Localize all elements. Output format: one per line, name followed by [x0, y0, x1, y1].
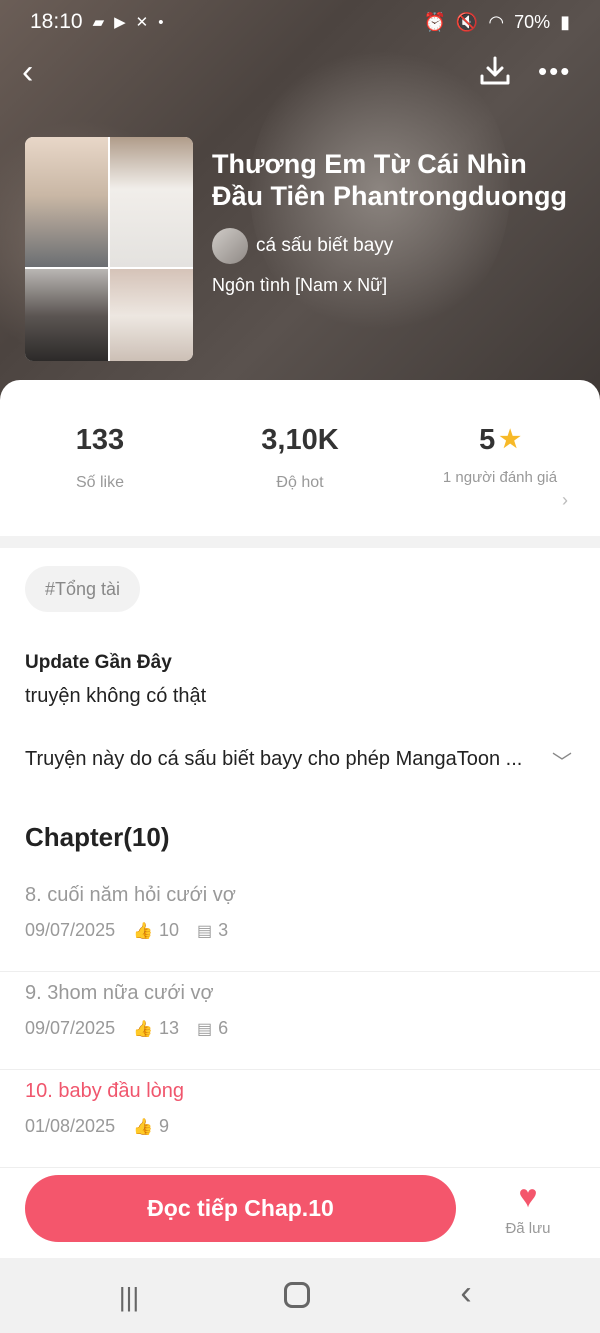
chapter-likes: 13 [159, 1018, 180, 1038]
app-icon: ✕ [135, 14, 149, 31]
chapter-title: 9. 3hom nữa cưới vợ [25, 982, 214, 1004]
hot-value: 3,10K [261, 424, 339, 456]
chapter-date: 01/08/2025 [25, 1116, 116, 1136]
status-bar: 18:10 ▰ ▶ ✕ • ⏰ 🔇 ◠ 70% ▮ [0, 0, 600, 44]
continue-reading-button[interactable]: Đọc tiếp Chap.10 [25, 1175, 456, 1242]
chapter-item[interactable]: 10. baby đầu lòng 01/08/2025 👍 9 [0, 1070, 600, 1168]
chapter-likes: 9 [159, 1116, 170, 1136]
details-panel: 133 Số like 3,10K Độ hot 5 ★ 1 người đánh… [0, 380, 600, 1258]
avatar [212, 228, 248, 264]
status-time: 18:10 [30, 10, 83, 33]
likes-value: 133 [75, 424, 125, 456]
thumbs-up-icon: 👍 [133, 1118, 154, 1136]
recent-apps-icon[interactable]: ||| [110, 1282, 148, 1312]
more-options-icon[interactable]: ••• [538, 56, 574, 86]
author-name: cá sấu biết bayy [256, 235, 394, 256]
thumbs-up-icon: 👍 [133, 922, 154, 940]
star-icon: ★ [499, 426, 521, 453]
update-heading: Update Gần Đây [25, 652, 172, 673]
home-icon[interactable] [284, 1282, 310, 1308]
notification-dot-icon: • [158, 13, 164, 31]
chapter-item[interactable]: 9. 3hom nữa cưới vợ 09/07/2025 👍 13 ▤ 6 [0, 972, 600, 1070]
manga-title: Thương Em Từ Cái Nhìn Đầu Tiên Phantrong… [212, 149, 567, 211]
rating-label: 1 người đánh giá [442, 469, 558, 486]
top-bar: ‹ ••• [0, 48, 600, 96]
thumbs-up-icon: 👍 [133, 1020, 154, 1038]
chapters-header: Chapter(10) [25, 822, 170, 852]
message-icon: ▰ [92, 14, 105, 31]
rating-value: 5 [479, 424, 496, 456]
chapter-item[interactable]: 8. cuối năm hỏi cưới vợ 09/07/2025 👍 10 … [0, 874, 600, 972]
battery-level: 70% [514, 11, 551, 32]
tag-chip[interactable]: #Tổng tài [25, 566, 141, 612]
heart-icon: ♥ [518, 1178, 538, 1214]
chapter-comments: 3 [218, 920, 229, 940]
comment-icon: ▤ [197, 1020, 213, 1038]
comment-icon: ▤ [197, 922, 213, 940]
genre-label: Ngôn tình [Nam x Nữ] [212, 275, 388, 295]
likes-label: Số like [75, 474, 125, 491]
chevron-down-icon[interactable]: ﹀ [552, 746, 572, 775]
cover-image [25, 137, 193, 361]
saved-label: Đã lưu [505, 1220, 551, 1237]
chapter-comments: 6 [218, 1018, 229, 1038]
system-nav-bar: ||| ‹ [0, 1258, 600, 1333]
chapter-date: 09/07/2025 [25, 920, 116, 940]
wifi-icon: ◠ [488, 11, 505, 32]
alarm-icon: ⏰ [423, 11, 446, 32]
mute-icon: 🔇 [455, 11, 479, 32]
battery-icon: ▮ [560, 11, 570, 32]
hot-label: Độ hot [276, 474, 324, 491]
chapter-likes: 10 [159, 920, 180, 940]
author-row[interactable]: cá sấu biết bayy [212, 227, 393, 265]
stats-row: 133 Số like 3,10K Độ hot 5 ★ 1 người đánh… [0, 420, 600, 540]
nav-back-icon[interactable]: ‹ [454, 1276, 478, 1312]
saved-button[interactable]: ♥ Đã lưu [496, 1178, 560, 1244]
likes-stat: 133 Số like [0, 420, 200, 540]
description-text[interactable]: Truyện này do cá sấu biết bayy cho phép … [25, 748, 575, 771]
youtube-icon: ▶ [114, 14, 126, 31]
rating-stat[interactable]: 5 ★ 1 người đánh giá › [400, 420, 600, 540]
back-icon[interactable]: ‹ [22, 54, 52, 90]
chevron-right-icon: › [562, 490, 568, 510]
download-icon[interactable] [478, 54, 512, 88]
chapter-title: 8. cuối năm hỏi cưới vợ [25, 884, 236, 906]
update-text: truyện không có thật [25, 685, 207, 707]
chapter-title: 10. baby đầu lòng [25, 1080, 185, 1102]
hot-stat: 3,10K Độ hot [200, 420, 400, 540]
divider [0, 536, 600, 548]
chapter-date: 09/07/2025 [25, 1018, 116, 1038]
